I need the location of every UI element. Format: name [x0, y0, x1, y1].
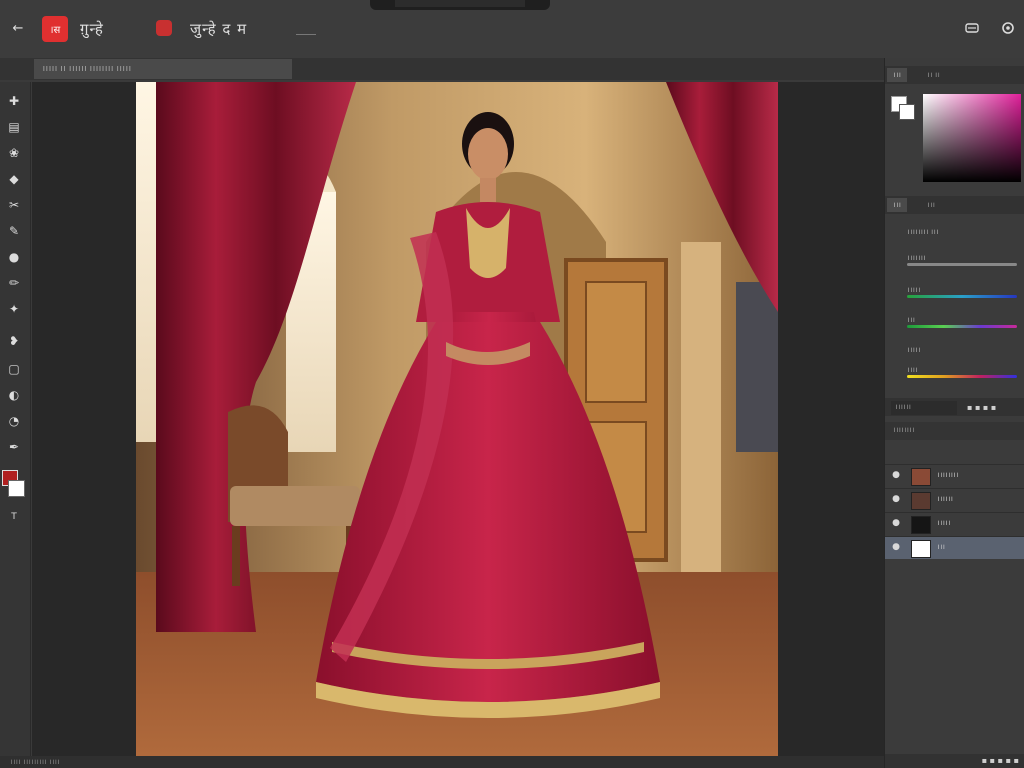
layers-icon[interactable]: [962, 18, 982, 38]
adjust-row-1[interactable]: ।।।।।।।। ।।।: [885, 222, 1024, 244]
divider-line: [296, 26, 316, 35]
menu-text-2[interactable]: जुन्हे द म: [190, 19, 247, 39]
layers-title: ।।।।।।: [895, 403, 911, 411]
adjust-row-6[interactable]: ।।।।: [885, 360, 1024, 382]
tab-color[interactable]: ।।।: [887, 68, 907, 82]
layer-name: ।।।।।: [937, 519, 951, 527]
right-panel: ।।। ।। ।। ।।। ।।। ।।।।।।।। ।।। ।।।।।।। ।…: [884, 58, 1024, 768]
adjust-label: ।।।।।: [907, 346, 921, 354]
gradient-icon[interactable]: ◐: [5, 386, 23, 404]
visibility-eye-icon[interactable]: ●: [891, 542, 901, 552]
quick-select-icon[interactable]: ◆: [5, 170, 23, 188]
healing-icon[interactable]: ●: [5, 248, 23, 266]
blend-mode-label[interactable]: ।।।।।।।।: [893, 426, 914, 435]
options-bar: ← ।स ग़ुन्हे जुन्हे द म: [0, 0, 1024, 59]
text-icon[interactable]: T: [5, 508, 23, 526]
layer-thumbnail: [911, 468, 931, 486]
tab-adjustments[interactable]: ।।।: [887, 198, 907, 212]
layer-name: ।।।।।।।।: [937, 471, 959, 479]
visibility-eye-icon[interactable]: ●: [891, 470, 901, 480]
adjust-label: ।।।।।।।: [907, 254, 926, 262]
brush-icon[interactable]: ✏: [5, 274, 23, 292]
layer-name: ।।।।।।: [937, 495, 953, 503]
adjust-row-2[interactable]: ।।।।।।।: [885, 248, 1024, 270]
adjust-label: ।।।: [907, 316, 915, 324]
marquee-icon[interactable]: ▤: [5, 118, 23, 136]
background-color-swatch[interactable]: [8, 480, 25, 497]
adjust-label: ।।।।: [907, 366, 918, 374]
adjust-row-3[interactable]: ।।।।।: [885, 280, 1024, 302]
layer-filter-icons[interactable]: ▪ ▪ ▪ ▪: [967, 403, 996, 412]
adjust-label: ।।।।।।।। ।।।: [907, 228, 939, 236]
stamp-icon[interactable]: ✦: [5, 300, 23, 318]
pen-icon[interactable]: ✒: [5, 438, 23, 456]
layer-thumbnail: [911, 516, 931, 534]
lasso-icon[interactable]: ❀: [5, 144, 23, 162]
tools-panel: ✚ ▤ ❀ ◆ ✂ ✎ ● ✏ ✦ ❥ ▢ ◐ ◔ ✒ T: [0, 82, 31, 768]
layer-row[interactable]: ● ।।।।।।।।: [885, 464, 1024, 487]
tab-properties[interactable]: ।।।: [921, 198, 941, 212]
layer-row[interactable]: ● ।।।।।।: [885, 488, 1024, 511]
layer-row-selected[interactable]: ● ।।।: [885, 536, 1024, 559]
saturation-slider[interactable]: [907, 325, 1017, 328]
status-bar: ।।।। ।।।।।।।।। ।।।।: [0, 756, 884, 768]
adjust-row-5[interactable]: ।।।।।: [885, 340, 1024, 362]
visibility-eye-icon[interactable]: ●: [891, 494, 901, 504]
settings-icon[interactable]: [998, 18, 1018, 38]
dodge-icon[interactable]: ◔: [5, 412, 23, 430]
hue-slider[interactable]: [907, 295, 1017, 298]
adjust-slider[interactable]: [907, 263, 1017, 266]
layers-footer-icons[interactable]: ▪ ▪ ▪ ▪ ▪: [885, 754, 1024, 768]
layer-thumbnail: [911, 492, 931, 510]
document-tab[interactable]: ।।।।। ।। ।।।।।। ।।।।।।।। ।।।।।: [34, 59, 292, 79]
history-brush-icon[interactable]: ❥: [5, 332, 23, 350]
layer-name: ।।।: [937, 543, 945, 551]
adjust-label: ।।।।।: [907, 286, 921, 294]
color-picker-field[interactable]: [923, 94, 1021, 182]
move-icon[interactable]: ✚: [5, 92, 23, 110]
home-icon[interactable]: ←: [8, 18, 28, 38]
document-image[interactable]: [136, 82, 778, 756]
layer-row[interactable]: ● ।।।।।: [885, 512, 1024, 535]
status-text: ।।।। ।।।।।।।।। ।।।।: [10, 758, 60, 766]
visibility-eye-icon[interactable]: ●: [891, 518, 901, 528]
tab-swatches[interactable]: ।। ।।: [921, 68, 946, 82]
record-icon[interactable]: [156, 20, 172, 36]
eyedropper-icon[interactable]: ✎: [5, 222, 23, 240]
adjust-row-4[interactable]: ।।।: [885, 310, 1024, 332]
window-notch-inner: [395, 0, 525, 7]
menu-text[interactable]: ग़ुन्हे: [80, 19, 104, 39]
bg-swatch-icon[interactable]: [899, 104, 915, 120]
app-badge-icon[interactable]: ।स: [42, 16, 68, 42]
lightness-slider[interactable]: [907, 375, 1017, 378]
eraser-icon[interactable]: ▢: [5, 360, 23, 378]
layer-thumbnail: [911, 540, 931, 558]
crop-icon[interactable]: ✂: [5, 196, 23, 214]
